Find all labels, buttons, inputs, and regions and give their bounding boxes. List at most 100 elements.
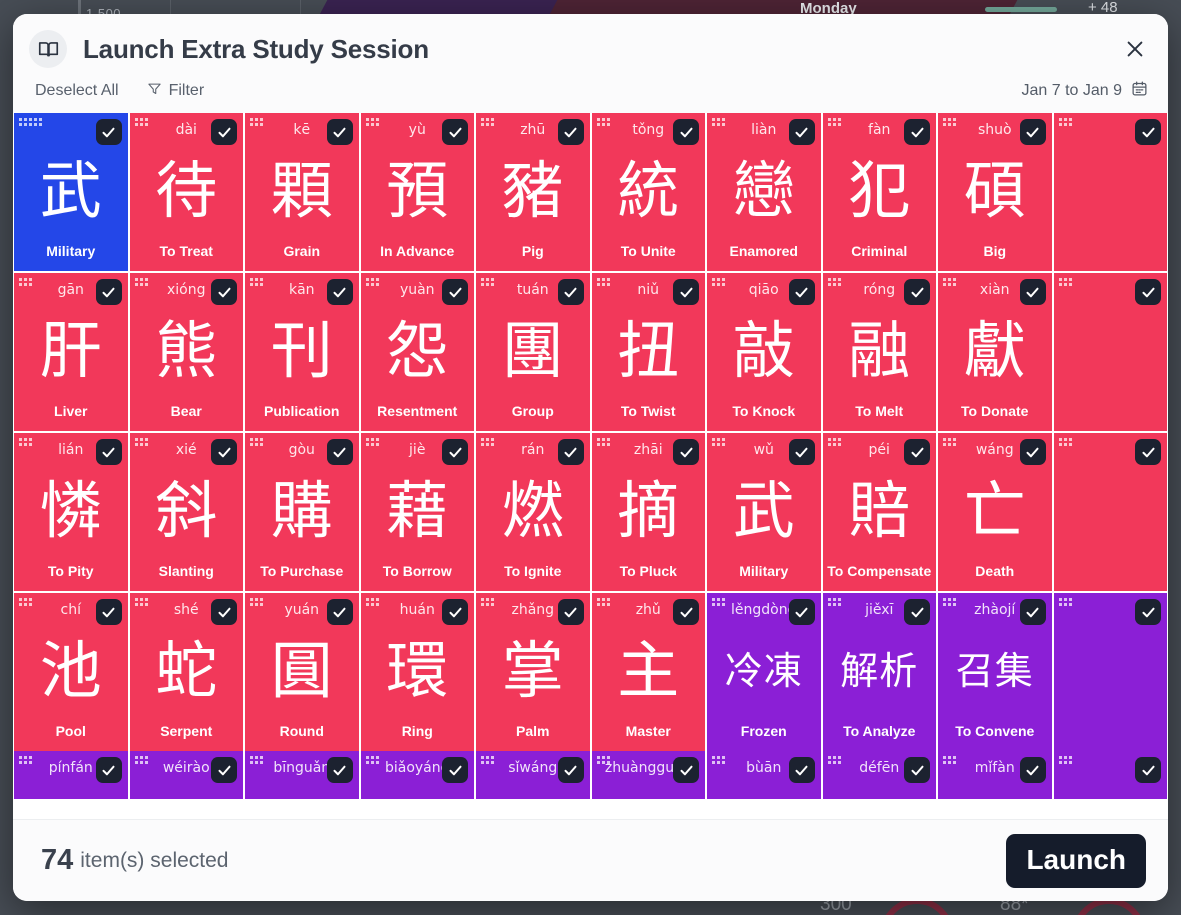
card-grid-scroll-area[interactable]: 武 Military dài 待 To Treat kē 顆 Grain yù 預 In Advan… [13,113,1168,819]
drag-handle-dots-icon[interactable] [943,438,956,446]
flashcard[interactable]: liàn 戀 Enamored [707,113,821,271]
card-checkbox[interactable] [904,599,930,625]
flashcard[interactable] [1053,113,1167,271]
flashcard[interactable]: lěngdòng 冷凍 Frozen [707,593,821,751]
flashcard[interactable]: fàn 犯 Criminal [822,113,936,271]
card-checkbox[interactable] [1135,439,1161,465]
card-checkbox[interactable] [788,439,815,465]
card-checkbox[interactable] [1019,757,1046,783]
flashcard[interactable]: défēn [822,751,936,799]
drag-handle-dots-icon[interactable] [827,598,841,606]
flashcard[interactable]: dài 待 To Treat [129,113,243,271]
card-checkbox[interactable] [1135,599,1161,625]
drag-handle-dots-icon[interactable] [365,598,379,606]
drag-handle-dots-icon[interactable] [1058,278,1072,286]
flashcard[interactable]: xióng 熊 Bear [129,273,243,431]
flashcard[interactable]: qiāo 敲 To Knock [707,273,821,431]
flashcard[interactable]: zhuàngguān [591,751,705,799]
drag-handle-dots-icon[interactable] [19,118,42,126]
drag-handle-dots-icon[interactable] [596,438,610,446]
drag-handle-dots-icon[interactable] [481,598,494,606]
drag-handle-dots-icon[interactable] [712,438,725,446]
card-checkbox[interactable] [1019,279,1046,305]
drag-handle-dots-icon[interactable] [1058,598,1072,606]
drag-handle-dots-icon[interactable] [365,756,379,764]
card-checkbox[interactable] [557,279,584,305]
card-checkbox[interactable] [557,439,584,465]
card-checkbox[interactable] [788,599,815,625]
card-checkbox[interactable] [1135,119,1161,145]
card-checkbox[interactable] [904,439,930,465]
card-checkbox[interactable] [1019,599,1046,625]
drag-handle-dots-icon[interactable] [827,438,841,446]
drag-handle-dots-icon[interactable] [250,118,263,126]
flashcard[interactable]: wáng 亡 Death [938,433,1052,591]
card-checkbox[interactable] [557,119,584,145]
flashcard[interactable]: péi 賠 To Compensate [822,433,936,591]
flashcard[interactable]: tǒng 統 To Unite [591,113,705,271]
drag-handle-dots-icon[interactable] [134,438,148,446]
flashcard[interactable]: rán 燃 To Ignite [476,433,590,591]
drag-handle-dots-icon[interactable] [481,438,494,446]
drag-handle-dots-icon[interactable] [134,278,148,286]
flashcard[interactable]: bīnguǎn [245,751,359,799]
card-checkbox[interactable] [1135,279,1161,305]
flashcard[interactable]: lián 憐 To Pity [14,433,128,591]
flashcard[interactable]: yuàn 怨 Resentment [360,273,474,431]
card-checkbox[interactable] [673,439,699,465]
drag-handle-dots-icon[interactable] [365,118,379,126]
drag-handle-dots-icon[interactable] [1058,756,1072,764]
card-checkbox[interactable] [211,439,237,465]
flashcard[interactable]: bùān [707,751,821,799]
drag-handle-dots-icon[interactable] [943,118,956,126]
drag-handle-dots-icon[interactable] [481,278,494,286]
close-icon[interactable] [1122,36,1148,62]
flashcard[interactable]: yù 預 In Advance [360,113,474,271]
flashcard[interactable]: sǐwáng [476,751,590,799]
drag-handle-dots-icon[interactable] [596,598,610,606]
card-checkbox[interactable] [904,279,930,305]
flashcard[interactable]: zhàojí 召集 To Convene [938,593,1052,751]
drag-handle-dots-icon[interactable] [134,598,148,606]
flashcard[interactable]: zhǔ 主 Master [591,593,705,751]
drag-handle-dots-icon[interactable] [943,598,956,606]
flashcard[interactable]: kān 刊 Publication [245,273,359,431]
flashcard[interactable]: biǎoyáng [360,751,474,799]
drag-handle-dots-icon[interactable] [596,278,610,286]
card-checkbox[interactable] [673,599,699,625]
drag-handle-dots-icon[interactable] [134,756,148,764]
flashcard[interactable]: niǔ 扭 To Twist [591,273,705,431]
flashcard[interactable]: gān 肝 Liver [14,273,128,431]
drag-handle-dots-icon[interactable] [134,118,148,126]
flashcard[interactable]: gòu 購 To Purchase [245,433,359,591]
flashcard[interactable]: pínfán [14,751,128,799]
flashcard[interactable]: jiè 藉 To Borrow [360,433,474,591]
drag-handle-dots-icon[interactable] [943,278,956,286]
flashcard[interactable]: shuò 碩 Big [938,113,1052,271]
card-checkbox[interactable] [95,279,122,305]
drag-handle-dots-icon[interactable] [19,756,32,764]
flashcard[interactable]: chí 池 Pool [14,593,128,751]
card-checkbox[interactable] [673,119,699,145]
card-checkbox[interactable] [788,279,815,305]
drag-handle-dots-icon[interactable] [596,118,610,126]
flashcard[interactable] [1053,273,1167,431]
drag-handle-dots-icon[interactable] [827,118,841,126]
card-checkbox[interactable] [788,119,815,145]
drag-handle-dots-icon[interactable] [19,438,32,446]
card-checkbox[interactable] [442,599,468,625]
card-checkbox[interactable] [673,279,699,305]
drag-handle-dots-icon[interactable] [827,278,841,286]
flashcard[interactable] [1053,593,1167,751]
card-checkbox[interactable] [211,119,237,145]
filter-button[interactable]: Filter [147,81,204,101]
card-checkbox[interactable] [788,757,815,783]
card-checkbox[interactable] [442,279,468,305]
flashcard[interactable]: shé 蛇 Serpent [129,593,243,751]
card-checkbox[interactable] [442,757,468,783]
card-checkbox[interactable] [557,757,584,783]
drag-handle-dots-icon[interactable] [481,118,494,126]
drag-handle-dots-icon[interactable] [250,438,263,446]
date-range-picker[interactable]: Jan 7 to Jan 9 [1021,80,1148,102]
flashcard[interactable]: mǐfàn [938,751,1052,799]
